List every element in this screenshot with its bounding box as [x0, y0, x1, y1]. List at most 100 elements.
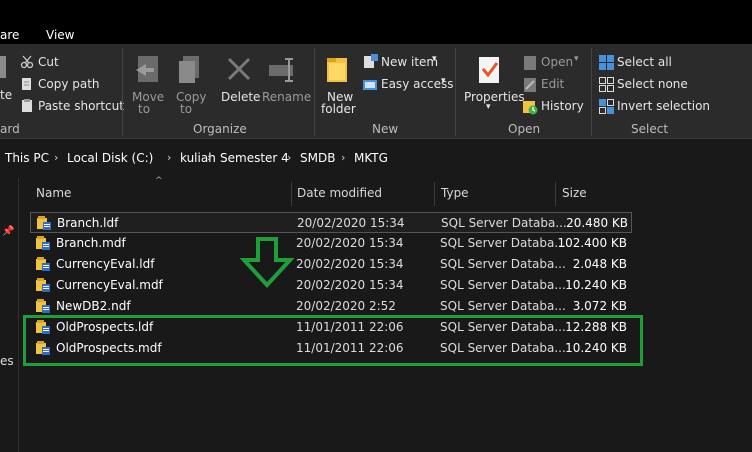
rename-icon [268, 58, 298, 82]
invert-selection-icon [599, 99, 614, 114]
highlight-rectangle [23, 315, 643, 366]
file-size: 102.400 KB [557, 236, 627, 250]
select-group-label: Select [631, 122, 669, 136]
edit-button[interactable]: Edit [541, 77, 564, 91]
database-file-icon [36, 299, 50, 313]
open-icon [522, 55, 538, 71]
group-separator [122, 48, 123, 136]
breadcrumb-mktg[interactable]: MKTG [354, 151, 388, 165]
database-file-icon [36, 236, 50, 250]
tab-share[interactable]: are [0, 28, 19, 42]
group-separator [455, 48, 456, 136]
file-type: SQL Server Databa... [441, 216, 567, 230]
file-name: CurrencyEval.ldf [56, 257, 155, 271]
column-divider[interactable] [434, 182, 435, 206]
open-group-label: Open [508, 122, 541, 136]
ribbon-tab-bar [0, 0, 752, 44]
group-separator [314, 48, 315, 136]
file-name: Branch.ldf [57, 216, 119, 230]
select-none-icon [599, 77, 614, 92]
paste-icon [0, 56, 6, 78]
nav-item-fragment[interactable]: es [0, 354, 14, 368]
clipboard-group-label: ard [0, 122, 20, 136]
copy-path-button[interactable]: Copy path [38, 77, 100, 91]
chevron-right-icon[interactable]: › [167, 151, 171, 164]
file-type: SQL Server Databa... [440, 257, 566, 271]
edit-icon [522, 77, 538, 93]
column-header-name[interactable]: Name [36, 186, 71, 200]
select-all-icon [599, 55, 614, 70]
select-all-button[interactable]: Select all [617, 55, 672, 69]
history-icon [522, 99, 538, 115]
chevron-right-icon[interactable]: › [341, 151, 345, 164]
easy-access-dropdown-icon[interactable]: ▾ [441, 76, 446, 86]
copy-path-icon [20, 77, 34, 91]
open-button[interactable]: Open [541, 55, 573, 69]
file-size: 20.480 KB [566, 216, 628, 230]
move-to-button-line2: to [138, 102, 151, 116]
file-type: SQL Server Databa... [440, 299, 566, 313]
database-file-icon [36, 278, 50, 292]
select-none-button[interactable]: Select none [617, 77, 688, 91]
breadcrumb-smdb[interactable]: SMDB [300, 151, 335, 165]
easy-access-icon [362, 77, 378, 93]
file-date-modified: 20/02/2020 2:52 [296, 299, 396, 313]
cut-icon [20, 55, 34, 69]
breadcrumb-this-pc[interactable]: This PC [5, 151, 49, 165]
breadcrumb-local-disk[interactable]: Local Disk (C:) [67, 151, 153, 165]
chevron-right-icon[interactable]: › [54, 151, 58, 164]
breadcrumb-semester-4[interactable]: Semester 4 [220, 151, 289, 165]
organize-group-label: Organize [193, 122, 247, 136]
new-folder-icon [325, 54, 351, 84]
file-date-modified: 20/02/2020 15:34 [297, 216, 405, 230]
delete-icon [226, 56, 252, 82]
file-row[interactable]: Branch.mdf 20/02/2020 15:34 SQL Server Dat… [30, 233, 632, 254]
file-name: Branch.mdf [56, 236, 126, 250]
file-row[interactable]: CurrencyEval.mdf 20/02/2020 15:34 SQL Serv… [30, 275, 632, 296]
database-file-icon [37, 216, 51, 230]
invert-selection-button[interactable]: Invert selection [617, 99, 710, 113]
properties-dropdown-icon[interactable]: ▾ [486, 102, 491, 112]
column-header-date[interactable]: Date modified [297, 186, 382, 200]
file-name: CurrencyEval.mdf [56, 278, 163, 292]
history-button[interactable]: History [541, 99, 584, 113]
properties-icon [477, 55, 503, 85]
file-name: NewDB2.ndf [56, 299, 131, 313]
paste-shortcut-button[interactable]: Paste shortcut [38, 99, 124, 113]
file-row[interactable]: CurrencyEval.ldf 20/02/2020 15:34 SQL Serv… [30, 254, 632, 275]
rename-button[interactable]: Rename [262, 90, 311, 104]
tab-view[interactable]: View [46, 28, 74, 42]
copy-to-button-line2: to [180, 102, 193, 116]
pin-icon[interactable]: 📌 [2, 226, 14, 237]
file-row[interactable]: NewDB2.ndf 20/02/2020 2:52 SQL Server Data… [30, 296, 632, 317]
sort-ascending-icon: ^ [155, 176, 163, 186]
file-date-modified: 20/02/2020 15:34 [296, 236, 404, 250]
navigation-pane[interactable] [0, 178, 19, 452]
group-separator [591, 48, 592, 136]
copy-to-icon [176, 54, 204, 86]
new-item-icon [362, 54, 378, 70]
new-folder-button-line2: folder [321, 102, 356, 116]
column-header-size[interactable]: Size [562, 186, 587, 200]
properties-button[interactable]: Properties [464, 90, 525, 104]
file-row[interactable]: Branch.ldf 20/02/2020 15:34 SQL Server Dat… [30, 212, 632, 233]
file-type: SQL Server Databa... [440, 236, 566, 250]
open-dropdown-icon[interactable]: ▾ [574, 54, 579, 64]
chevron-right-icon[interactable]: › [207, 151, 211, 164]
new-item-button[interactable]: New item [381, 55, 438, 69]
cut-button[interactable]: Cut [38, 55, 59, 69]
chevron-right-icon[interactable]: › [287, 151, 291, 164]
delete-button[interactable]: Delete [221, 90, 260, 104]
arrow-down-annotation-icon [239, 236, 295, 288]
file-size: 2.048 KB [572, 257, 627, 271]
file-date-modified: 20/02/2020 15:34 [296, 257, 404, 271]
paste-shortcut-icon [20, 99, 34, 113]
paste-button-fragment[interactable]: te [0, 88, 12, 102]
new-item-dropdown-icon[interactable]: ▾ [432, 54, 437, 64]
database-file-icon [36, 257, 50, 271]
file-size: 10.240 KB [565, 278, 627, 292]
column-divider[interactable] [555, 182, 556, 206]
file-size: 3.072 KB [572, 299, 627, 313]
column-header-type[interactable]: Type [441, 186, 469, 200]
column-divider[interactable] [291, 182, 292, 206]
